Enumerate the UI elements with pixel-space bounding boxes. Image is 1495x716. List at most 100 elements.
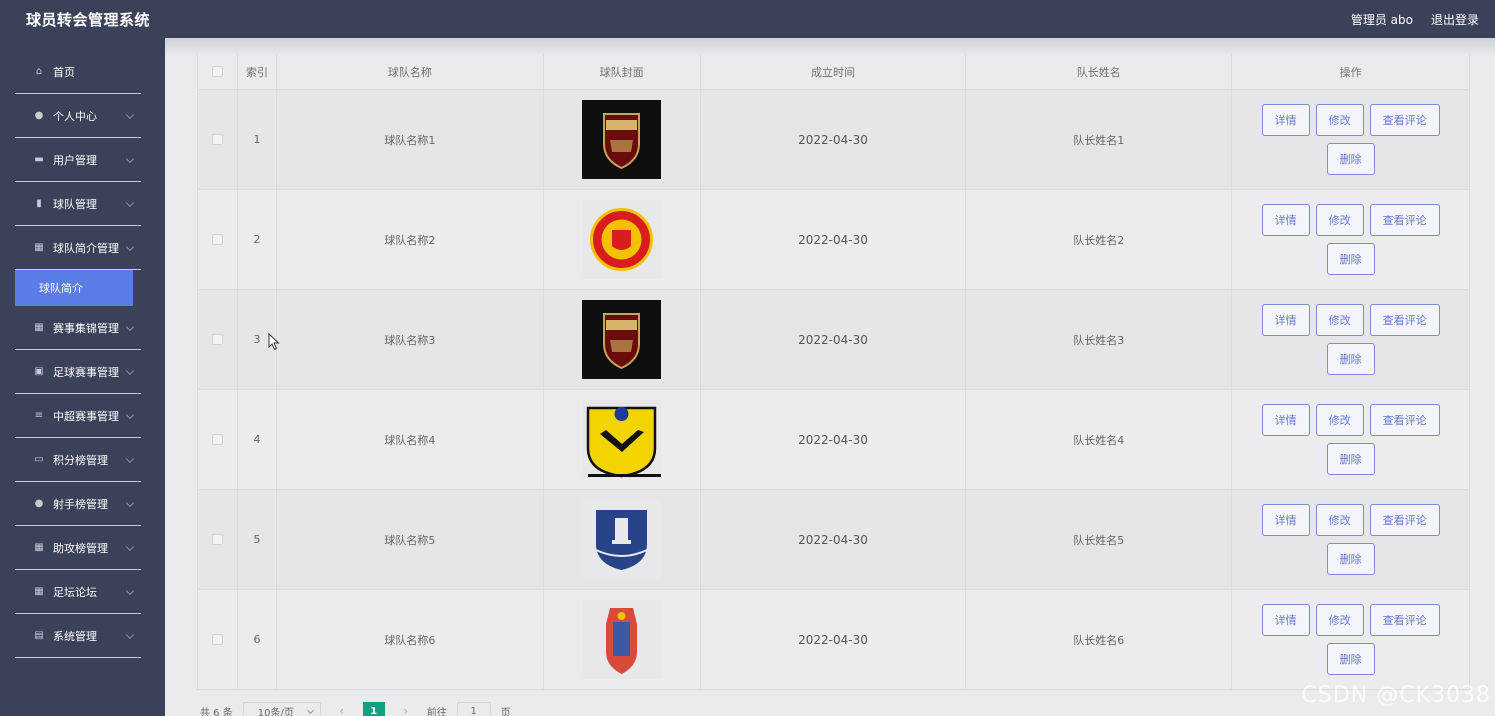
row-index: 6 bbox=[238, 590, 277, 689]
row-team-cover-cell bbox=[544, 90, 701, 189]
sidebar-item-label: 赛事集锦管理 bbox=[53, 321, 119, 335]
sidebar-item-8[interactable]: ▭ 积分榜管理 bbox=[15, 438, 141, 482]
table-row: 3 球队名称3 2022-04-30 队长姓名3 详情 修改 查看评论 删除 bbox=[198, 290, 1471, 390]
watermark-text: CSDN @CK3038 bbox=[1301, 683, 1491, 708]
sidebar-item-6[interactable]: ▣ 足球赛事管理 bbox=[15, 350, 141, 394]
sidebar-item-11[interactable]: ▦ 足坛论坛 bbox=[15, 570, 141, 614]
header-actions: 操作 bbox=[1232, 54, 1471, 89]
action-button-row: 详情 修改 查看评论 bbox=[1261, 604, 1440, 636]
manchester-united-crest-image bbox=[582, 200, 662, 279]
edit-button[interactable]: 修改 bbox=[1315, 504, 1364, 536]
detail-button[interactable]: 详情 bbox=[1261, 504, 1310, 536]
view-comments-button[interactable]: 查看评论 bbox=[1369, 604, 1440, 636]
form-icon: ▣ bbox=[34, 366, 44, 377]
sidebar-item-label: 助攻榜管理 bbox=[53, 541, 108, 555]
logout-link[interactable]: 退出登录 bbox=[1431, 11, 1479, 28]
chevron-down-icon bbox=[125, 498, 135, 507]
clipboard-icon: ▤ bbox=[34, 630, 44, 641]
row-team-name: 球队名称6 bbox=[277, 590, 544, 689]
detail-button[interactable]: 详情 bbox=[1261, 604, 1310, 636]
delete-button[interactable]: 删除 bbox=[1326, 343, 1375, 375]
row-team-cover-cell bbox=[544, 590, 701, 689]
row-actions: 详情 修改 查看评论删除 bbox=[1232, 290, 1471, 389]
mouse-cursor-icon bbox=[268, 333, 280, 351]
view-comments-button[interactable]: 查看评论 bbox=[1369, 204, 1440, 236]
detail-button[interactable]: 详情 bbox=[1261, 104, 1310, 136]
sidebar-item-label: 系统管理 bbox=[53, 629, 97, 643]
action-buttons: 详情 修改 查看评论删除 bbox=[1261, 104, 1440, 175]
action-buttons: 详情 修改 查看评论删除 bbox=[1261, 304, 1440, 375]
delete-button[interactable]: 删除 bbox=[1326, 143, 1375, 175]
prev-page-button[interactable]: ‹ bbox=[331, 702, 353, 716]
view-comments-button[interactable]: 查看评论 bbox=[1369, 504, 1440, 536]
edit-button[interactable]: 修改 bbox=[1315, 104, 1364, 136]
sidebar-item-5[interactable]: ▦ 赛事集锦管理 bbox=[15, 306, 141, 350]
chevron-down-icon bbox=[125, 586, 135, 595]
edit-button[interactable]: 修改 bbox=[1315, 604, 1364, 636]
sidebar-item-10[interactable]: ▦ 助攻榜管理 bbox=[15, 526, 141, 570]
row-checkbox[interactable] bbox=[211, 234, 223, 245]
edit-button[interactable]: 修改 bbox=[1315, 204, 1364, 236]
row-founded-date: 2022-04-30 bbox=[701, 90, 967, 189]
row-captain-name: 队长姓名6 bbox=[966, 590, 1233, 689]
sidebar-item-12[interactable]: ▤ 系统管理 bbox=[15, 614, 141, 658]
select-all-checkbox[interactable] bbox=[211, 66, 223, 77]
row-team-name: 球队名称2 bbox=[277, 190, 544, 289]
sidebar-item-3[interactable]: ▮ 球队管理 bbox=[15, 182, 141, 226]
header-team-cover: 球队封面 bbox=[544, 54, 701, 89]
row-actions: 详情 修改 查看评论删除 bbox=[1232, 390, 1471, 489]
delete-button[interactable]: 删除 bbox=[1326, 543, 1375, 575]
row-founded-date: 2022-04-30 bbox=[701, 590, 967, 689]
row-team-name: 球队名称3 bbox=[277, 290, 544, 389]
next-page-button[interactable]: › bbox=[395, 702, 417, 716]
row-checkbox[interactable] bbox=[211, 434, 223, 445]
bar-chart-icon: ▮ bbox=[36, 198, 42, 209]
detail-button[interactable]: 详情 bbox=[1261, 304, 1310, 336]
row-actions: 详情 修改 查看评论 删除 bbox=[1232, 590, 1471, 689]
sidebar-item-4[interactable]: ▦ 球队简介管理 bbox=[15, 226, 141, 270]
row-checkbox[interactable] bbox=[211, 634, 223, 645]
sidebar-item-7[interactable]: ≡ 中超赛事管理 bbox=[15, 394, 141, 438]
row-captain-name: 队长姓名2 bbox=[966, 190, 1233, 289]
top-header: 球员转会管理系统 管理员 abo 退出登录 bbox=[0, 0, 1495, 38]
action-buttons: 详情 修改 查看评论删除 bbox=[1261, 204, 1440, 275]
goto-page-input[interactable]: 1 bbox=[456, 702, 491, 716]
row-captain-name: 队长姓名4 bbox=[966, 390, 1233, 489]
delete-button[interactable]: 删除 bbox=[1326, 443, 1375, 475]
row-checkbox[interactable] bbox=[211, 334, 223, 345]
view-comments-button[interactable]: 查看评论 bbox=[1369, 404, 1440, 436]
sidebar-item-1[interactable]: ● 个人中心 bbox=[15, 94, 141, 138]
home-icon: ⌂ bbox=[35, 66, 43, 77]
edit-button[interactable]: 修改 bbox=[1315, 404, 1364, 436]
user-icon: ● bbox=[34, 110, 44, 121]
submenu-item-team-intro[interactable]: 球队简介 bbox=[15, 270, 133, 306]
action-buttons: 详情 修改 查看评论删除 bbox=[1261, 504, 1440, 575]
sidebar-item-2[interactable]: ▬ 用户管理 bbox=[15, 138, 141, 182]
row-team-cover-cell bbox=[544, 490, 701, 589]
row-team-cover-cell bbox=[544, 290, 701, 389]
delete-button[interactable]: 删除 bbox=[1326, 243, 1375, 275]
edit-button[interactable]: 修改 bbox=[1315, 304, 1364, 336]
sliders-icon: ≡ bbox=[34, 410, 44, 421]
arsenal-crest-image bbox=[582, 100, 662, 179]
detail-button[interactable]: 详情 bbox=[1261, 204, 1310, 236]
chevron-down-icon bbox=[125, 322, 135, 331]
sidebar-item-9[interactable]: ● 射手榜管理 bbox=[15, 482, 141, 526]
grid-icon: ▦ bbox=[34, 542, 44, 553]
team-table: 索引 球队名称 球队封面 成立时间 队长姓名 操作 1 球队名称1 2022-04-… bbox=[197, 54, 1471, 690]
delete-button[interactable]: 删除 bbox=[1326, 643, 1375, 675]
sidebar-item-0[interactable]: ⌂ 首页 bbox=[15, 50, 141, 94]
header-index: 索引 bbox=[238, 54, 277, 89]
row-checkbox[interactable] bbox=[211, 534, 223, 545]
page-size-select[interactable]: 10条/页 bbox=[242, 702, 321, 716]
view-comments-button[interactable]: 查看评论 bbox=[1369, 304, 1440, 336]
everton-crest-image bbox=[582, 500, 662, 579]
view-comments-button[interactable]: 查看评论 bbox=[1369, 104, 1440, 136]
detail-button[interactable]: 详情 bbox=[1261, 404, 1310, 436]
arsenal-crest-image bbox=[582, 300, 662, 379]
row-founded-date: 2022-04-30 bbox=[701, 190, 967, 289]
row-team-name: 球队名称4 bbox=[277, 390, 544, 489]
chevron-down-icon bbox=[125, 366, 135, 375]
row-checkbox[interactable] bbox=[211, 134, 223, 145]
page-1-button[interactable]: 1 bbox=[362, 702, 385, 716]
